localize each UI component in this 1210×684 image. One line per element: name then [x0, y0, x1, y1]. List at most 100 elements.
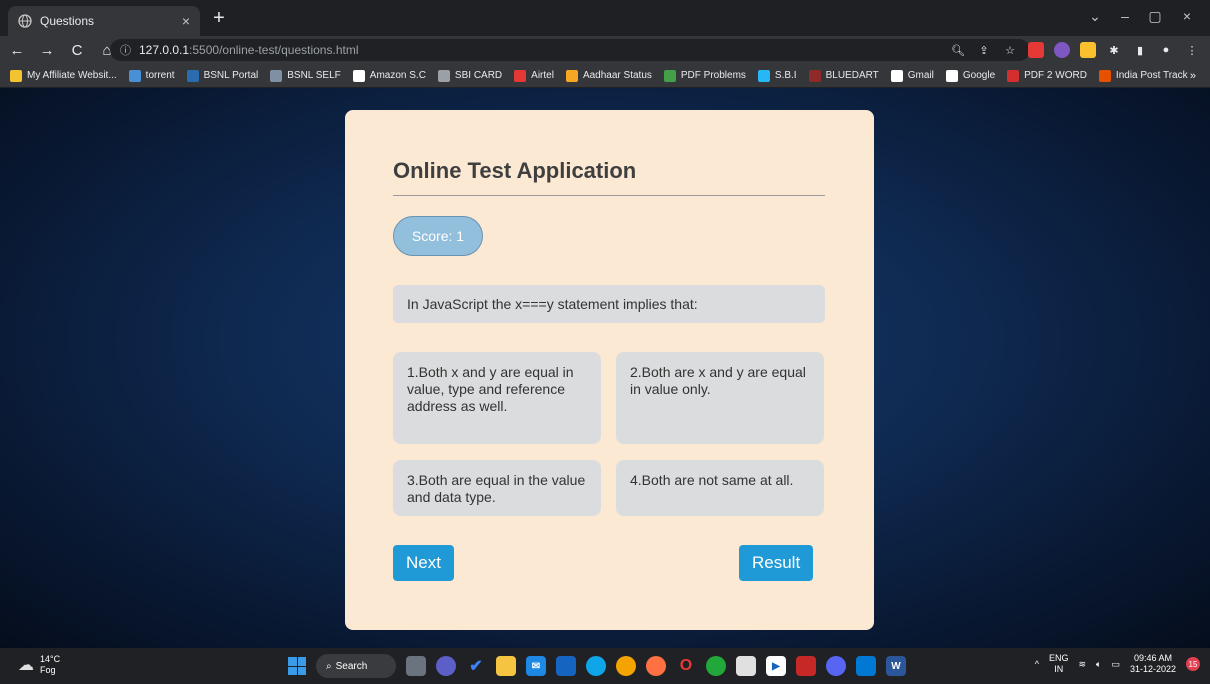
bookmark-item[interactable]: Gmail: [890, 69, 934, 82]
bookmark-favicon-icon: [10, 69, 22, 82]
firefox-icon[interactable]: [646, 656, 666, 676]
bookmarks-bar: My Affiliate Websit... torrent BSNL Portal…: [0, 64, 1210, 88]
page-viewport: Online Test Application Score: 1 In Java…: [0, 88, 1210, 648]
option-4[interactable]: 4.Both are not same at all.: [616, 460, 824, 516]
vscode-icon[interactable]: [856, 656, 876, 676]
minimize-button[interactable]: –: [1110, 8, 1140, 24]
close-tab-icon[interactable]: ×: [182, 13, 190, 29]
chevron-up-icon[interactable]: ^: [1035, 659, 1039, 669]
bookmark-favicon-icon: [945, 69, 958, 82]
new-tab-button[interactable]: +: [208, 8, 230, 28]
search-label: Search: [335, 660, 368, 672]
language-indicator[interactable]: ENG IN: [1049, 653, 1069, 675]
page-title: Online Test Application: [393, 158, 637, 183]
edge-icon[interactable]: [586, 656, 606, 676]
option-2[interactable]: 2.Both are x and y are equal in value on…: [616, 352, 824, 444]
score-badge: Score: 1: [393, 216, 483, 256]
profile-icon[interactable]: ●: [1158, 42, 1174, 58]
bookmark-item[interactable]: Google: [945, 69, 995, 82]
address-bar[interactable]: ⓘ 127.0.0.1 :5500/online-test/questions.…: [110, 39, 1030, 61]
zoom-icon[interactable]: 🔍︎: [950, 42, 966, 58]
bookmark-item[interactable]: India Post Track: [1098, 69, 1188, 82]
bookmarks-more-icon[interactable]: »: [1190, 70, 1196, 82]
calendar-icon[interactable]: [736, 656, 756, 676]
bookmark-item[interactable]: S.B.I: [757, 69, 797, 82]
opera-icon[interactable]: O: [676, 656, 696, 676]
result-button[interactable]: Result: [739, 545, 814, 581]
bookmark-label: SBI CARD: [454, 70, 503, 81]
option-3[interactable]: 3.Both are equal in the value and data t…: [393, 460, 601, 516]
bookmark-item[interactable]: torrent: [128, 69, 175, 82]
volume-icon[interactable]: 🔈︎: [1096, 659, 1101, 670]
bookmark-label: BSNL SELF: [287, 70, 341, 81]
discord-icon[interactable]: [826, 656, 846, 676]
option-1[interactable]: 1.Both x and y are equal in value, type …: [393, 352, 601, 444]
close-window-button[interactable]: ×: [1172, 8, 1202, 24]
bookmark-item[interactable]: SBI CARD: [437, 69, 503, 82]
bookmark-favicon-icon: [437, 69, 450, 82]
bookmark-favicon-icon: [128, 69, 141, 82]
bookmark-label: My Affiliate Websit...: [27, 70, 117, 81]
bookmark-favicon-icon: [663, 69, 676, 82]
forward-button[interactable]: →: [34, 42, 60, 59]
notification-badge[interactable]: 15: [1186, 657, 1200, 671]
system-tray: ^ ENG IN ≋ 🔈︎ ▭ 09:46 AM 31-12-2022 15: [1035, 653, 1200, 675]
xbox-icon[interactable]: [706, 656, 726, 676]
tab-search-icon[interactable]: ⌄: [1080, 8, 1110, 25]
bookmark-favicon-icon: [565, 69, 578, 82]
bookmark-label: torrent: [145, 70, 175, 81]
tab-questions[interactable]: Questions ×: [8, 6, 200, 36]
file-explorer-icon[interactable]: [496, 656, 516, 676]
bookmark-item[interactable]: My Affiliate Websit...: [10, 69, 117, 82]
bookmark-star-icon[interactable]: ☆: [1002, 42, 1018, 58]
taskbar-search[interactable]: ⌕ Search: [316, 654, 396, 678]
url-path: :5500/online-test/questions.html: [189, 43, 359, 57]
bookmark-item[interactable]: BSNL Portal: [186, 69, 259, 82]
tab-strip: Questions × + ⌄ – ▢ ×: [0, 0, 1210, 36]
bookmark-label: S.B.I: [774, 70, 797, 81]
word-icon[interactable]: W: [886, 656, 906, 676]
restore-button[interactable]: ▢: [1140, 8, 1170, 25]
temperature: 14°C: [40, 654, 61, 664]
back-button[interactable]: ←: [4, 42, 30, 59]
bookmark-item[interactable]: PDF 2 WORD: [1007, 69, 1087, 82]
todo-check-icon[interactable]: ✔: [466, 656, 486, 676]
side-panel-icon[interactable]: ▮: [1132, 42, 1148, 58]
bookmark-item[interactable]: BLUEDART: [808, 69, 879, 82]
chrome-icon[interactable]: [616, 656, 636, 676]
windows-start-icon[interactable]: [288, 657, 306, 675]
share-icon[interactable]: ⇪: [976, 42, 992, 58]
pdf-reader-icon[interactable]: [796, 656, 816, 676]
task-view-icon[interactable]: [406, 656, 426, 676]
fog-icon: ☁: [18, 657, 34, 674]
quiz-card: Online Test Application Score: 1 In Java…: [345, 110, 874, 630]
store-icon[interactable]: [556, 656, 576, 676]
bookmark-item[interactable]: Amazon S.C: [352, 69, 426, 82]
bookmark-item[interactable]: Airtel: [514, 69, 554, 82]
weather-condition: Fog: [40, 665, 56, 675]
mail-icon[interactable]: ✉: [526, 656, 546, 676]
info-icon[interactable]: ⓘ: [120, 42, 131, 58]
bookmark-favicon-icon: [352, 69, 365, 82]
reload-button[interactable]: C: [64, 42, 90, 59]
bookmark-favicon-icon: [1098, 69, 1111, 82]
wifi-icon[interactable]: ≋: [1078, 659, 1086, 670]
bookmark-item[interactable]: BSNL SELF: [270, 69, 341, 82]
taskbar-apps: ⌕ Search ✔ ✉ O ▶ W: [288, 654, 906, 678]
next-button[interactable]: Next: [393, 545, 454, 581]
bookmark-label: BSNL Portal: [203, 70, 259, 81]
bookmark-item[interactable]: PDF Problems: [663, 69, 746, 82]
extension-yellow-icon[interactable]: [1080, 42, 1096, 58]
weather-widget[interactable]: ☁ 14°C Fog: [18, 654, 60, 676]
bookmark-favicon-icon: [808, 69, 821, 82]
battery-icon[interactable]: ▭: [1111, 659, 1120, 670]
menu-icon[interactable]: ⋮: [1184, 42, 1200, 58]
clock[interactable]: 09:46 AM 31-12-2022: [1130, 653, 1176, 675]
extension-red-icon[interactable]: [1028, 42, 1044, 58]
meet-icon[interactable]: [436, 656, 456, 676]
puzzle-icon[interactable]: ✱: [1106, 42, 1122, 58]
media-player-icon[interactable]: ▶: [766, 656, 786, 676]
bookmark-item[interactable]: Aadhaar Status: [565, 69, 652, 82]
bookmark-label: Aadhaar Status: [582, 70, 652, 81]
extension-purple-icon[interactable]: [1054, 42, 1070, 58]
